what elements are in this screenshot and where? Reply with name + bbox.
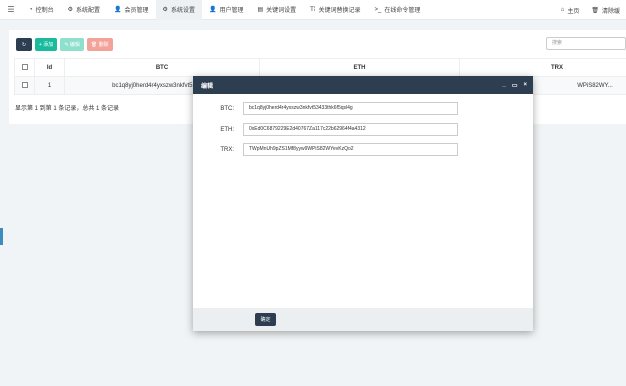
form-row-trx: TRX: TWpMnUh9pZS1Mf8yyw9WPiS82WYevKzQo2	[193, 143, 458, 156]
dialog-controls: _ ▭ ×	[502, 76, 527, 94]
dialog-header[interactable]: 编辑 _ ▭ ×	[193, 76, 533, 94]
gear-icon: ⚙	[67, 7, 74, 13]
refresh-button[interactable]: ↻	[16, 38, 32, 51]
column-header-id[interactable]: Id	[34, 58, 65, 77]
form-row-btc: BTC: bc1q8yj0herd4r4yxszw3nkfvt53433thk6…	[193, 102, 458, 115]
table-header: Id BTC ETH TRX	[14, 58, 626, 77]
cell-id: 1	[34, 76, 65, 95]
tab-online-command[interactable]: >_ 在线命令管理	[368, 0, 428, 20]
row-checkbox[interactable]	[21, 82, 28, 89]
minimize-icon[interactable]: _	[502, 82, 505, 88]
column-header-eth[interactable]: ETH	[259, 58, 460, 77]
select-all-checkbox[interactable]	[21, 64, 28, 71]
tab-dashboard[interactable]: ◔ 控制台	[22, 0, 61, 20]
tab-system-config[interactable]: ⚙ 系统配置	[61, 0, 107, 20]
text-icon: T⁞	[310, 6, 316, 13]
column-header-btc[interactable]: BTC	[64, 58, 260, 77]
dashboard-icon: ◔	[29, 6, 33, 13]
delete-button[interactable]: 🗑 删除	[86, 38, 113, 51]
trx-field[interactable]: TWpMnUh9pZS1Mf8yyw9WPiS82WYevKzQo2	[243, 143, 458, 156]
confirm-button[interactable]: 确定	[255, 313, 276, 326]
top-right-actions: ⌂ 主页 🗑 清除缓	[555, 0, 626, 20]
form-row-eth: ETH: 0xEd0C6879229E2d40767Za117c22b62964…	[193, 123, 458, 136]
top-navbar: ☰ ◔ 控制台 ⚙ 系统配置 👤 会员管理 ⚙ 系统设置 👤 用户管理 ▤ 关键词设置 T⁞…	[0, 0, 626, 20]
trash-icon: 🗑	[591, 7, 599, 14]
refresh-icon: ↻	[21, 41, 27, 48]
menu-icon[interactable]: ☰	[0, 5, 22, 14]
btc-label: BTC:	[220, 105, 234, 112]
tab-member-management[interactable]: 👤 会员管理	[107, 0, 156, 20]
edit-dialog: 编辑 _ ▭ × BTC: bc1q8yj0herd4r4yxszw3nkfvt…	[193, 76, 533, 331]
btc-field[interactable]: bc1q8yj0herd4r4yxszw3nkfvt53433thk6f5qsl…	[243, 102, 458, 115]
edit-button[interactable]: ✎ 编辑	[60, 38, 84, 51]
pagination-info: 显示第 1 到第 1 条记录，总共 1 条记录	[15, 106, 120, 112]
user-icon: 👤	[208, 7, 217, 13]
tab-keyword-replace-log[interactable]: T⁞ 关键词替换记录	[303, 0, 367, 20]
eth-field[interactable]: 0xEd0C6879229E2d40767Za117c22b62964f4a43…	[243, 123, 458, 136]
left-edge-accent	[0, 228, 3, 245]
search-input[interactable]: 搜索	[546, 37, 626, 50]
document-icon: ▤	[257, 7, 264, 13]
tab-system-settings[interactable]: ⚙ 系统设置	[155, 0, 202, 20]
tab-keyword-settings[interactable]: ▤ 关键词设置	[250, 0, 303, 20]
user-icon: 👤	[114, 7, 122, 13]
select-all-cell[interactable]	[14, 58, 35, 77]
add-button[interactable]: + 添加	[35, 38, 58, 51]
home-icon: ⌂	[560, 7, 565, 13]
dialog-footer: 确定	[193, 308, 533, 331]
tab-user-management[interactable]: 👤 用户管理	[202, 0, 251, 20]
terminal-icon: >_	[374, 6, 382, 13]
toolbar: ↻ + 添加 ✎ 编辑 🗑 删除	[16, 38, 113, 51]
trx-label: TRX:	[220, 146, 234, 153]
eth-label: ETH:	[220, 126, 234, 133]
dialog-title: 编辑	[201, 83, 214, 90]
home-link[interactable]: ⌂ 主页	[555, 0, 586, 20]
row-select-cell[interactable]	[14, 76, 35, 95]
close-icon[interactable]: ×	[523, 82, 527, 88]
column-header-trx[interactable]: TRX	[459, 58, 626, 77]
clear-cache-link[interactable]: 🗑 清除缓	[585, 0, 626, 20]
gear-icon: ⚙	[162, 7, 168, 13]
maximize-icon[interactable]: ▭	[512, 82, 518, 89]
